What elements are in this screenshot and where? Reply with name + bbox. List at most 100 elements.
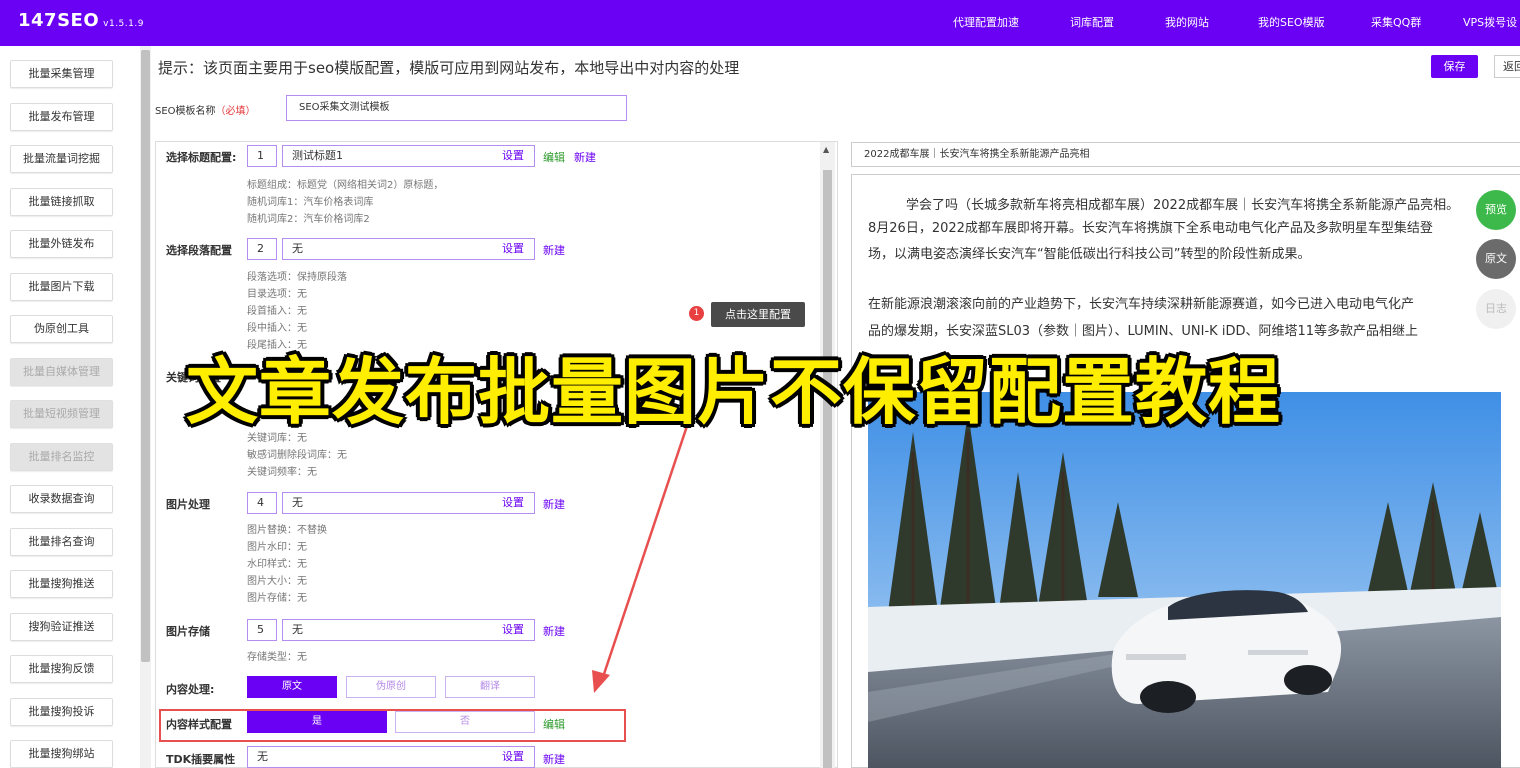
topnav-seo-templates[interactable]: 我的SEO模版 xyxy=(1258,14,1325,30)
preview-title-field[interactable]: 2022成都车展｜长安汽车将携全系新能源产品亮相 xyxy=(851,142,1520,167)
sidebar-item-index-query[interactable]: 收录数据查询 xyxy=(10,485,113,513)
paragraph-config-detail-1: 段落选项：保持原段落 xyxy=(247,272,347,283)
template-name-label-text: SEO模板名称 xyxy=(155,106,216,117)
config-scrollbar-thumb[interactable] xyxy=(823,170,832,768)
paragraph-config-select[interactable]: 无 设置 xyxy=(282,238,535,260)
car-photo xyxy=(868,392,1501,768)
title-config-detail-1: 标题组成：标题党（网络相关词2）原标题， xyxy=(247,180,444,191)
tutorial-overlay-title: 文章发布批量图片不保留配置教程 xyxy=(186,350,1282,434)
storage-config-number[interactable]: 5 xyxy=(247,619,277,641)
paragraph-config-value: 无 xyxy=(292,242,303,255)
sidebar-item-sogou-push[interactable]: 批量搜狗推送 xyxy=(10,570,113,598)
sidebar-item-sogou-feedback[interactable]: 批量搜狗反馈 xyxy=(10,655,113,683)
storage-config-label: 图片存储 xyxy=(166,625,210,638)
sidebar: 批量采集管理 批量发布管理 批量流量词挖掘 批量链接抓取 批量外链发布 批量图片… xyxy=(0,46,138,768)
log-button[interactable]: 日志 xyxy=(1476,289,1516,329)
save-button[interactable]: 保存 xyxy=(1431,55,1478,78)
title-config-label: 选择标题配置: xyxy=(166,151,237,164)
scroll-up-arrow-icon[interactable]: ▲ xyxy=(823,145,829,154)
tdk-config-set-link[interactable]: 设置 xyxy=(502,747,524,767)
paragraph-config-detail-2: 目录选项：无 xyxy=(247,289,307,300)
content-style-label: 内容样式配置 xyxy=(166,718,232,731)
preview-line-2: 8月26日，2022成都车展即将开幕。长安汽车将携旗下全系电动电气化产品及多款明… xyxy=(868,221,1433,236)
title-config-number[interactable]: 1 xyxy=(247,145,277,167)
title-config-edit-link[interactable]: 编辑 xyxy=(543,149,565,165)
tdk-config-value: 无 xyxy=(257,750,268,763)
preview-line-1: 学会了吗（长城多款新车将亮相成都车展）2022成都车展｜长安汽车将携全系新能源产… xyxy=(906,198,1460,213)
car-photo-illustration xyxy=(868,392,1501,768)
top-bar: 147SEO v1.5.1.9 代理配置加速 词库配置 我的网站 我的SEO模版 … xyxy=(0,0,1520,46)
image-config-set-link[interactable]: 设置 xyxy=(502,493,524,513)
red-arrow-icon xyxy=(592,419,691,693)
storage-config-detail-1: 存储类型：无 xyxy=(247,652,307,663)
sidebar-item-batch-collect[interactable]: 批量采集管理 xyxy=(10,60,113,88)
image-config-detail-5: 图片存储：无 xyxy=(247,593,307,604)
brand-version: v1.5.1.9 xyxy=(103,19,144,29)
content-option-original[interactable]: 原文 xyxy=(247,676,337,698)
page-hint: 提示：该页面主要用于seo模版配置，模版可应用到网站发布，本地导出中对内容的处理 xyxy=(158,59,740,77)
image-config-label: 图片处理 xyxy=(166,498,210,511)
paragraph-config-label: 选择段落配置 xyxy=(166,244,232,257)
image-config-detail-4: 图片大小：无 xyxy=(247,576,307,587)
image-config-detail-1: 图片替换：不替换 xyxy=(247,525,327,536)
storage-config-new-link[interactable]: 新建 xyxy=(543,623,565,639)
storage-config-set-link[interactable]: 设置 xyxy=(502,620,524,640)
config-tooltip: 点击这里配置 xyxy=(711,302,805,327)
original-button[interactable]: 原文 xyxy=(1476,239,1516,279)
tdk-config-select[interactable]: 无 设置 xyxy=(247,746,535,768)
sidebar-item-outlink-publish[interactable]: 批量外链发布 xyxy=(10,230,113,258)
required-mark: （必填） xyxy=(215,106,256,117)
keyword-config-detail-3: 关键词频率：无 xyxy=(247,467,317,478)
sidebar-item-short-video[interactable]: 批量短视频管理 xyxy=(10,400,113,428)
paragraph-config-detail-3: 段首插入：无 xyxy=(247,306,307,317)
topnav-wordlib[interactable]: 词库配置 xyxy=(1070,14,1114,30)
content-style-edit-link[interactable]: 编辑 xyxy=(543,716,565,732)
back-button[interactable]: 返回 xyxy=(1494,55,1520,78)
tdk-config-new-link[interactable]: 新建 xyxy=(543,751,565,767)
preview-button[interactable]: 预览 xyxy=(1476,190,1516,230)
sidebar-scrollbar-thumb[interactable] xyxy=(141,50,150,662)
sidebar-item-rank-monitor[interactable]: 批量排名监控 xyxy=(10,443,113,471)
step-badge: 1 xyxy=(689,306,704,321)
preview-line-3: 场，以满电姿态演绎长安汽车“智能低碳出行科技公司”转型的阶段性新成果。 xyxy=(868,247,1311,262)
sidebar-item-sogou-complaint[interactable]: 批量搜狗投诉 xyxy=(10,698,113,726)
topnav-qq-group[interactable]: 采集QQ群 xyxy=(1371,14,1421,30)
sidebar-item-traffic-words[interactable]: 批量流量词挖掘 xyxy=(10,145,113,173)
sidebar-item-media-manage[interactable]: 批量自媒体管理 xyxy=(10,358,113,386)
content-option-translate[interactable]: 翻译 xyxy=(445,676,535,698)
content-style-no[interactable]: 否 xyxy=(395,711,535,733)
content-style-yes[interactable]: 是 xyxy=(247,711,387,733)
sidebar-item-link-crawl[interactable]: 批量链接抓取 xyxy=(10,188,113,216)
paragraph-config-new-link[interactable]: 新建 xyxy=(543,242,565,258)
title-config-set-link[interactable]: 设置 xyxy=(502,146,524,166)
title-config-new-link[interactable]: 新建 xyxy=(574,149,596,165)
keyword-config-detail-2: 敏感词删除段词库：无 xyxy=(247,450,347,461)
image-config-detail-2: 图片水印：无 xyxy=(247,542,307,553)
storage-config-select[interactable]: 无 设置 xyxy=(282,619,535,641)
image-config-number[interactable]: 4 xyxy=(247,492,277,514)
title-config-value: 测试标题1 xyxy=(292,149,343,162)
sidebar-item-rank-query[interactable]: 批量排名查询 xyxy=(10,528,113,556)
template-name-label: SEO模板名称（必填） xyxy=(155,102,256,117)
topnav-vps[interactable]: VPS拨号设 xyxy=(1463,14,1517,30)
brand-name: 147SEO xyxy=(18,10,100,31)
sidebar-item-sogou-verify-push[interactable]: 搜狗验证推送 xyxy=(10,613,113,641)
sidebar-item-sogou-bind[interactable]: 批量搜狗绑站 xyxy=(10,740,113,768)
title-config-select[interactable]: 测试标题1 设置 xyxy=(282,145,535,167)
paragraph-config-set-link[interactable]: 设置 xyxy=(502,239,524,259)
image-config-new-link[interactable]: 新建 xyxy=(543,496,565,512)
topnav-proxy[interactable]: 代理配置加速 xyxy=(953,14,1019,30)
template-name-input[interactable]: SEO采集文测试模板 xyxy=(286,95,627,121)
sidebar-item-pseudo-original[interactable]: 伪原创工具 xyxy=(10,315,113,343)
paragraph-config-number[interactable]: 2 xyxy=(247,238,277,260)
image-config-value: 无 xyxy=(292,496,303,509)
preview-line-4: 在新能源浪潮滚滚向前的产业趋势下，长安汽车持续深耕新能源赛道，如今已进入电动电气… xyxy=(868,297,1415,312)
sidebar-item-image-download[interactable]: 批量图片下载 xyxy=(10,273,113,301)
sidebar-item-batch-publish[interactable]: 批量发布管理 xyxy=(10,103,113,131)
brand-logo: 147SEO v1.5.1.9 xyxy=(18,10,144,31)
app-window: 147SEO v1.5.1.9 代理配置加速 词库配置 我的网站 我的SEO模版 … xyxy=(0,0,1520,768)
content-option-pseudo[interactable]: 伪原创 xyxy=(346,676,436,698)
title-config-detail-2: 随机词库1：汽车价格表词库 xyxy=(247,197,374,208)
image-config-select[interactable]: 无 设置 xyxy=(282,492,535,514)
topnav-my-sites[interactable]: 我的网站 xyxy=(1165,14,1209,30)
